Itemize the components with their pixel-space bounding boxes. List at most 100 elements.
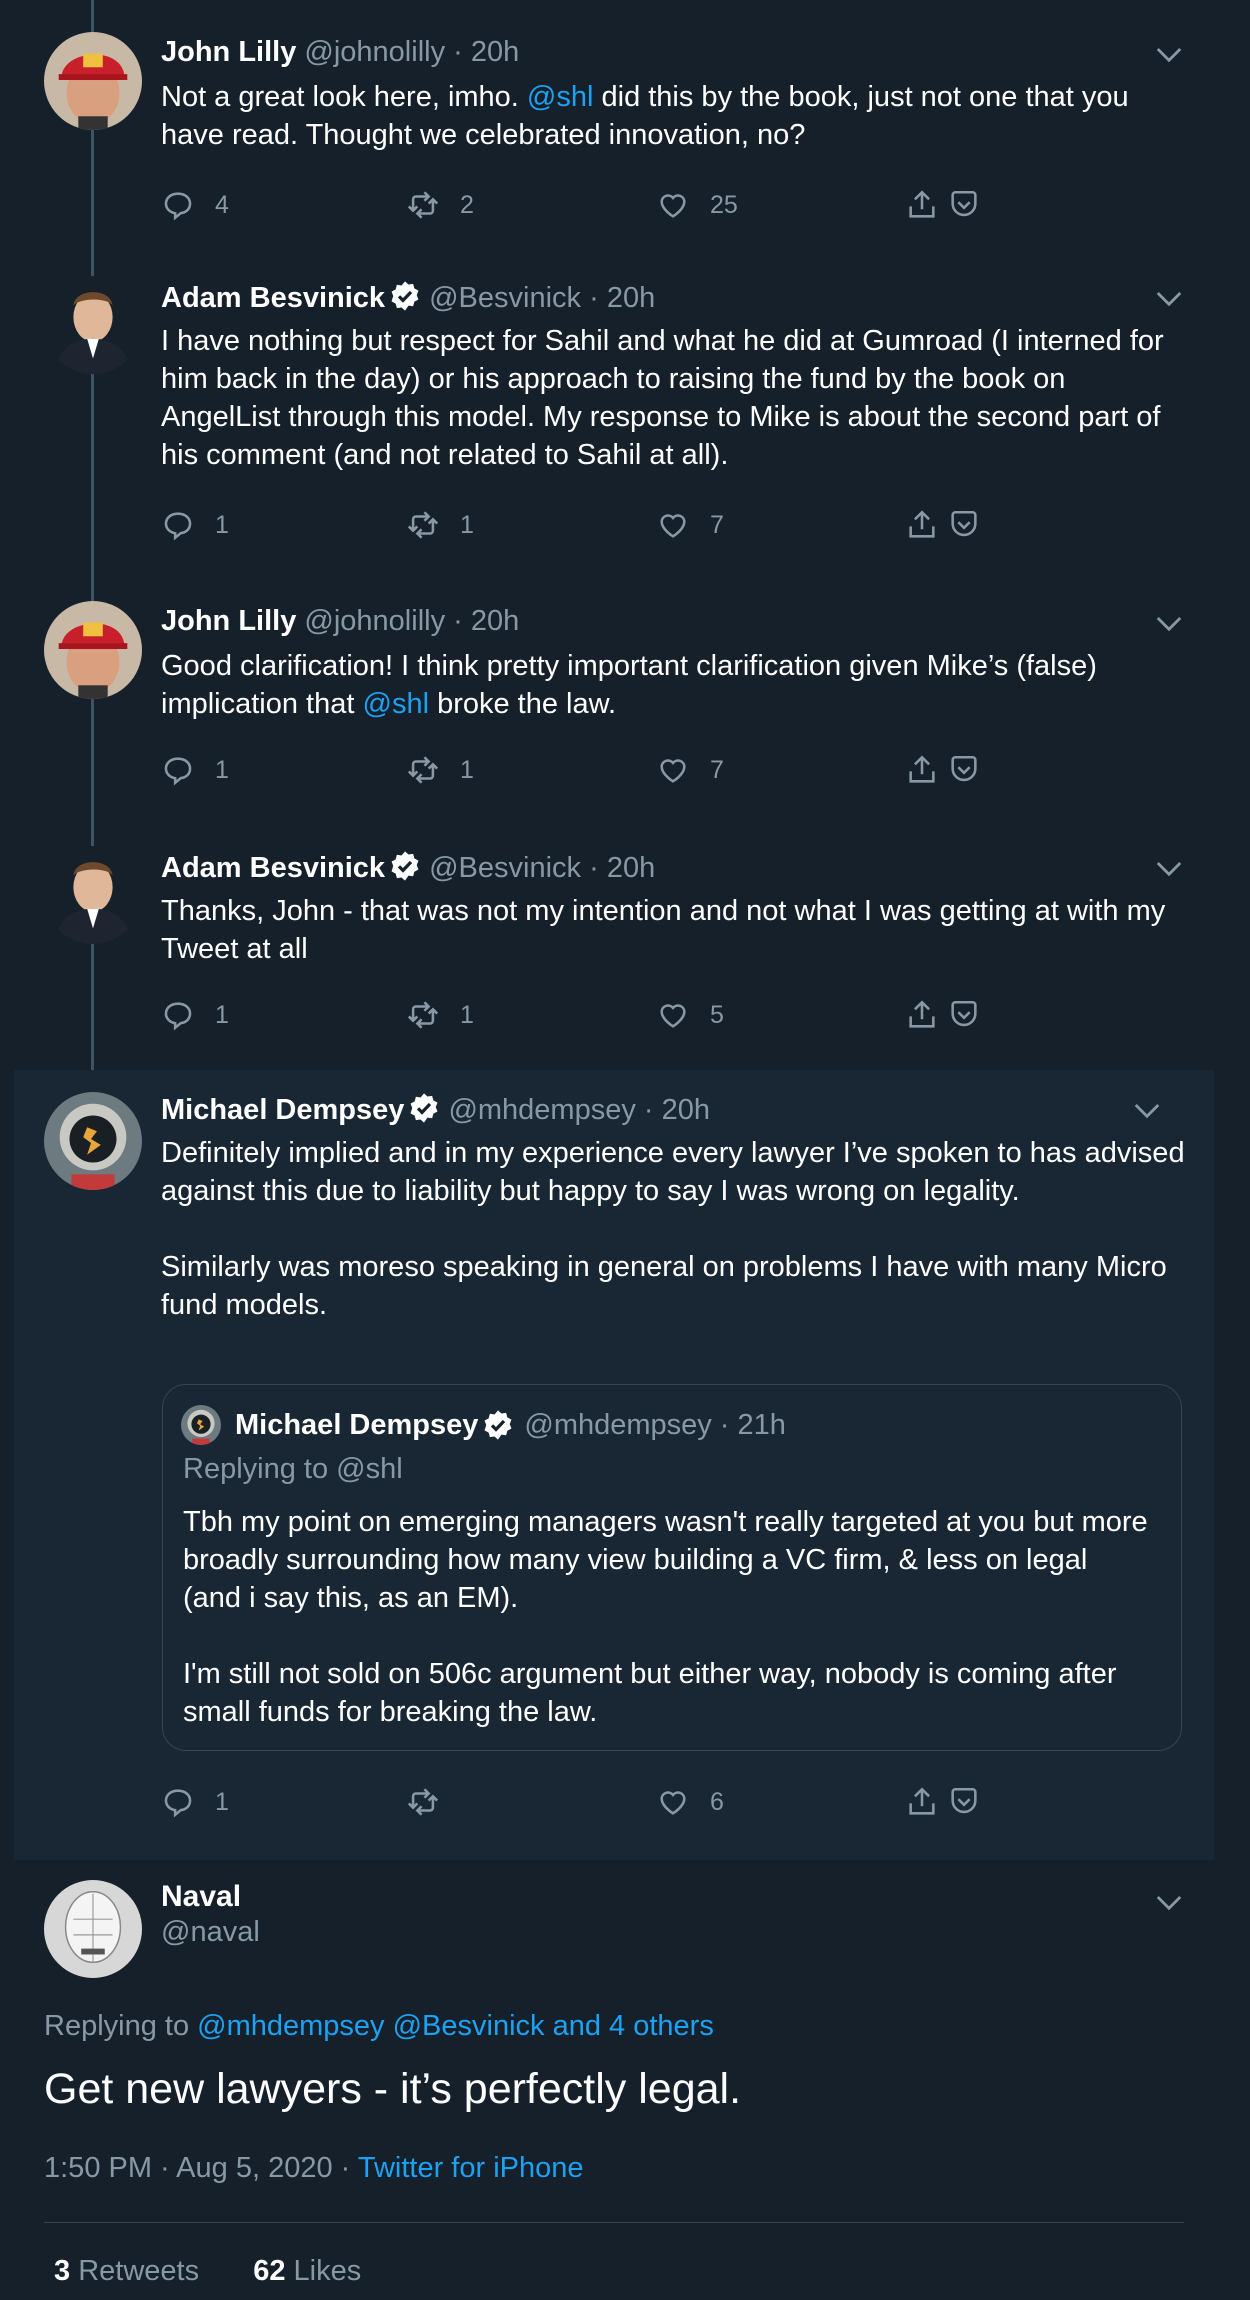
source-link[interactable]: Twitter for iPhone [358,2152,584,2184]
bookmark-icon [947,1785,981,1819]
tweet-text: Not a great look here, imho. @shl did th… [161,81,1129,151]
tweet-4[interactable]: Adam Besvinick @Besvinick · 20h Thanks, … [0,810,1250,1070]
bookmark-icon [947,508,981,542]
share-icon [905,1785,939,1819]
author-name[interactable]: John Lilly [161,36,296,68]
tweet-5[interactable]: Michael Dempsey @mhdempsey · 20h Definit… [14,1070,1214,1860]
tweet-time[interactable]: · 20h [644,1094,710,1126]
chevron-down-icon[interactable] [1154,613,1184,633]
mention-link[interactable]: @shl [527,81,594,113]
author-handle[interactable]: @Besvinick [429,852,581,884]
reply-icon [161,998,195,1032]
bookmark-icon [947,188,981,222]
tweet-time[interactable]: · 20h [453,605,519,637]
bookmark-icon [947,998,981,1032]
bookmark-button[interactable] [947,1785,1001,1819]
like-icon [656,188,690,222]
tweet-time[interactable]: · 20h [453,36,519,68]
retweets-stat[interactable]: 3 Retweets [54,2255,199,2287]
main-tweet: Naval @naval Replying to @mhdempsey @Bes… [0,1860,1250,2300]
tweet-time[interactable]: · 20h [589,852,655,884]
tweet-header: Adam Besvinick @Besvinick · 20h [161,280,655,315]
tweet-text: Get new lawyers - it’s perfectly legal. [44,2065,742,2113]
verified-icon [482,1409,514,1441]
retweet-button[interactable]: 1 [406,508,474,542]
like-button[interactable]: 25 [656,188,738,222]
retweet-icon [406,998,440,1032]
timestamp-link[interactable]: 1:50 PM · Aug 5, 2020 · [44,2152,358,2184]
like-button[interactable]: 7 [656,753,724,787]
tweet-actions: 1 1 5 [161,998,1021,1038]
reply-button[interactable]: 1 [161,508,229,542]
avatar[interactable] [44,276,142,374]
reply-icon [161,188,195,222]
author-name[interactable]: Michael Dempsey [161,1094,404,1126]
retweet-button[interactable]: 1 [406,998,474,1032]
verified-icon [408,1092,440,1124]
chevron-down-icon[interactable] [1154,44,1184,64]
quoted-tweet-header: Michael Dempsey @mhdempsey · 21h [181,1405,786,1445]
tweet-actions: 4 2 25 [161,188,1021,228]
quoted-replying-to: Replying to @shl [183,1453,403,1485]
tweet-actions: 1 1 7 [161,753,1021,793]
tweet-1[interactable]: John Lilly @johnolilly · 20h Not a great… [0,0,1250,240]
share-icon [905,188,939,222]
quoted-author-handle: @mhdempsey [524,1408,712,1441]
bookmark-button[interactable] [947,998,1001,1032]
like-button[interactable]: 5 [656,998,724,1032]
author-name[interactable]: John Lilly [161,605,296,637]
share-icon [905,998,939,1032]
avatar[interactable] [44,1880,142,1978]
bookmark-button[interactable] [947,753,1001,787]
tweet-time[interactable]: · 20h [589,282,655,314]
chevron-down-icon[interactable] [1132,1100,1162,1120]
tweet-text: Thanks, John - that was not my intention… [161,895,1166,965]
retweet-icon [406,508,440,542]
retweet-icon [406,753,440,787]
author-name[interactable]: Adam Besvinick [161,282,385,314]
avatar[interactable] [44,1092,142,1190]
retweet-button[interactable] [406,1785,460,1819]
chevron-down-icon[interactable] [1154,288,1184,308]
author-handle[interactable]: @johnolilly [304,36,445,68]
author-handle[interactable]: @Besvinick [429,282,581,314]
bookmark-button[interactable] [947,188,1001,222]
reply-button[interactable]: 1 [161,998,229,1032]
reply-button[interactable]: 1 [161,1785,229,1819]
reply-button[interactable]: 1 [161,753,229,787]
replying-to: Replying to @mhdempsey @Besvinick and 4 … [44,2010,714,2042]
bookmark-button[interactable] [947,508,1001,542]
tweet-header: Adam Besvinick @Besvinick · 20h [161,850,655,885]
tweet-3[interactable]: John Lilly @johnolilly · 20h Good clarif… [0,565,1250,810]
author-name[interactable]: Naval [161,1880,241,1914]
chevron-down-icon[interactable] [1154,1892,1184,1912]
share-icon [905,508,939,542]
bookmark-icon [947,753,981,787]
avatar[interactable] [44,32,142,130]
mention-link[interactable]: @shl [363,688,430,720]
tweet-header: Michael Dempsey @mhdempsey · 20h [161,1092,710,1127]
retweet-icon [406,188,440,222]
reply-button[interactable]: 4 [161,188,229,222]
retweet-button[interactable]: 2 [406,188,474,222]
like-button[interactable]: 6 [656,1785,724,1819]
likes-stat[interactable]: 62 Likes [253,2255,361,2287]
tweet-actions: 1 6 [161,1785,1021,1825]
avatar[interactable] [44,846,142,944]
avatar[interactable] [44,601,142,699]
like-button[interactable]: 7 [656,508,724,542]
chevron-down-icon[interactable] [1154,858,1184,878]
like-icon [656,508,690,542]
quoted-tweet-time: · 21h [719,1408,786,1441]
author-handle[interactable]: @naval [161,1916,260,1949]
author-handle[interactable]: @johnolilly [304,605,445,637]
quoted-tweet-text: Tbh my point on emerging managers wasn't… [183,1506,1148,1728]
avatar [181,1405,221,1445]
author-handle[interactable]: @mhdempsey [448,1094,635,1126]
author-name[interactable]: Adam Besvinick [161,852,385,884]
retweet-button[interactable]: 1 [406,753,474,787]
quoted-tweet[interactable]: Michael Dempsey @mhdempsey · 21h Replyin… [162,1384,1182,1751]
tweet-2[interactable]: Adam Besvinick @Besvinick · 20h I have n… [0,240,1250,565]
replying-to-mentions[interactable]: @mhdempsey @Besvinick and 4 others [197,2010,714,2042]
retweet-icon [406,1785,440,1819]
